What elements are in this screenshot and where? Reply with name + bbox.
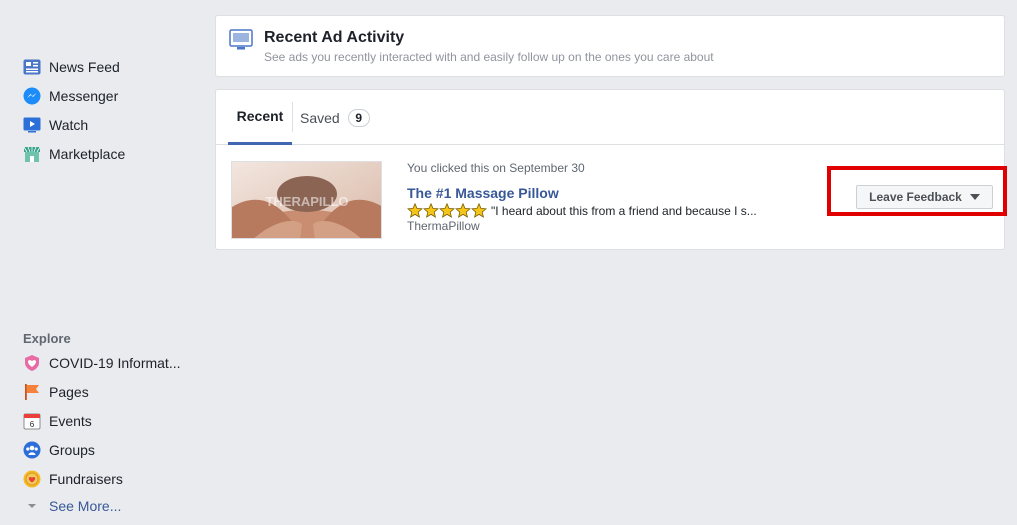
thumb-watermark: THERAPILLO	[265, 194, 348, 209]
ad-title-link[interactable]: The #1 Massage Pillow	[407, 185, 559, 201]
explore-heading: Explore	[23, 331, 71, 346]
see-more-label: See More...	[49, 498, 122, 514]
sidebar-item-watch[interactable]: Watch	[22, 114, 88, 136]
recent-ad-activity-header: Recent Ad Activity See ads you recently …	[215, 15, 1005, 77]
sidebar-item-label: COVID-19 Informat...	[49, 355, 181, 371]
news-feed-icon	[22, 57, 42, 77]
page-subtitle: See ads you recently interacted with and…	[264, 50, 714, 64]
sidebar-item-label: Pages	[49, 384, 89, 400]
sidebar-item-label: News Feed	[49, 59, 120, 75]
fundraiser-icon	[22, 469, 42, 489]
ad-review-snippet: "I heard about this from a friend and be…	[491, 203, 757, 218]
sidebar-item-label: Marketplace	[49, 146, 126, 162]
tab-recent-label: Recent	[236, 108, 284, 124]
star-icon	[455, 203, 471, 218]
sidebar-item-marketplace[interactable]: Marketplace	[22, 143, 125, 165]
sidebar-item-messenger[interactable]: Messenger	[22, 85, 118, 107]
star-icon	[407, 203, 423, 218]
sidebar-item-pages[interactable]: Pages	[22, 381, 89, 403]
sidebar-item-label: Events	[49, 413, 92, 429]
left-sidebar: News Feed Messenger Watch Marketplace Ex…	[22, 0, 192, 525]
sidebar-item-label: Fundraisers	[49, 471, 123, 487]
sidebar-item-news-feed[interactable]: News Feed	[22, 56, 120, 78]
sidebar-item-fundraisers[interactable]: Fundraisers	[22, 468, 123, 490]
calendar-icon: 6	[22, 411, 42, 431]
star-icon	[471, 203, 487, 218]
ad-activity-icon	[229, 29, 253, 51]
highlight-box	[827, 166, 1007, 216]
page-title: Recent Ad Activity	[264, 29, 405, 46]
star-icon	[439, 203, 455, 218]
marketplace-icon	[22, 144, 42, 164]
sidebar-item-label: Watch	[49, 117, 89, 133]
tab-recent[interactable]: Recent	[228, 90, 292, 145]
tab-saved-label: Saved	[300, 109, 340, 126]
flag-icon	[22, 382, 42, 402]
groups-icon	[22, 440, 42, 460]
tab-bar: Recent Saved 9	[216, 90, 1004, 145]
watch-icon	[22, 115, 42, 135]
star-icon	[423, 203, 439, 218]
tab-saved[interactable]: Saved 9	[300, 90, 370, 145]
ad-rating: "I heard about this from a friend and be…	[407, 203, 757, 218]
tab-divider	[292, 102, 293, 132]
rating-stars	[407, 203, 487, 218]
saved-count-badge: 9	[347, 108, 370, 127]
sidebar-item-events[interactable]: 6 Events	[22, 410, 92, 432]
see-more-link[interactable]: See More...	[22, 495, 121, 517]
covid-heart-icon	[22, 353, 42, 373]
ad-advertiser: ThermaPillow	[407, 219, 480, 233]
chevron-down-icon	[22, 496, 42, 516]
sidebar-item-groups[interactable]: Groups	[22, 439, 95, 461]
svg-text:6: 6	[30, 420, 35, 429]
messenger-icon	[22, 86, 42, 106]
sidebar-item-label: Groups	[49, 442, 95, 458]
ad-click-date: You clicked this on September 30	[407, 161, 585, 175]
sidebar-item-label: Messenger	[49, 88, 119, 104]
ad-thumbnail[interactable]: THERAPILLO	[231, 161, 382, 239]
sidebar-item-covid[interactable]: COVID-19 Informat...	[22, 352, 180, 374]
